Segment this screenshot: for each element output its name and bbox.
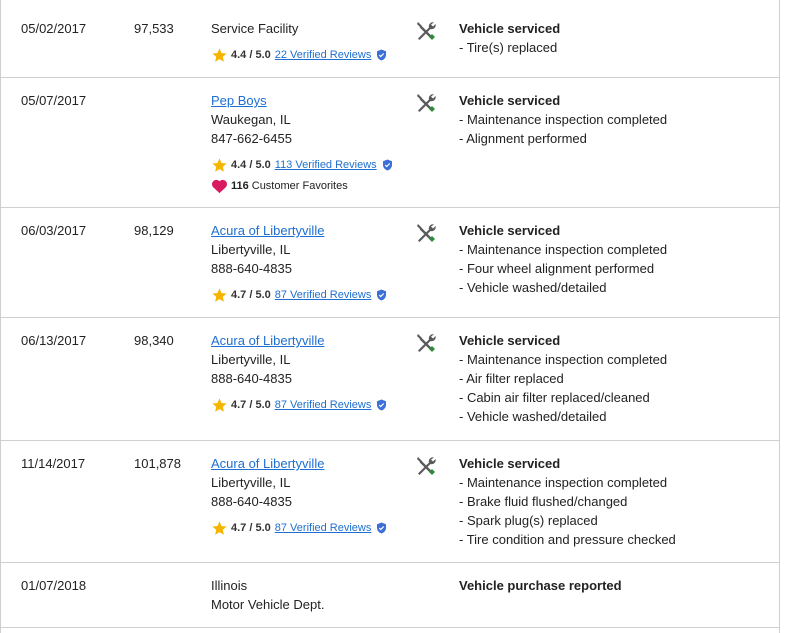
details-item: - Brake fluid flushed/changed (459, 494, 628, 509)
details-item: - Vehicle washed/detailed (459, 409, 607, 424)
favorites-count: 116 (231, 179, 249, 192)
source-name-link[interactable]: Acura of Libertyville (211, 454, 387, 473)
history-row: 06/13/2017 98,340 Acura of Libertyville … (1, 318, 779, 441)
verified-shield-icon (377, 49, 387, 61)
rating-score: 4.7 / 5.0 (231, 288, 271, 301)
source-name-link[interactable]: Pep Boys (211, 91, 393, 110)
row-source: Acura of Libertyville Libertyville, IL 8… (211, 331, 387, 414)
row-date: 06/13/2017 (21, 333, 87, 348)
rating: 4.4 / 5.0 22 Verified Reviews (211, 46, 387, 64)
heart-icon (212, 179, 227, 194)
vehicle-history-table: 05/02/2017 97,533 Service Facility 4.4 /… (0, 0, 780, 633)
source-phone: 888-640-4835 (211, 371, 292, 386)
verified-reviews-link[interactable]: 87 Verified Reviews (275, 286, 372, 305)
source-name: Illinois (211, 578, 248, 593)
verified-reviews-link[interactable]: 87 Verified Reviews (275, 519, 372, 538)
row-source: Acura of Libertyville Libertyville, IL 8… (211, 221, 387, 304)
star-icon (212, 520, 227, 535)
wrench-screwdriver-icon (414, 331, 438, 355)
rating-score: 4.4 / 5.0 (231, 158, 271, 171)
row-details: Vehicle serviced - Maintenance inspectio… (459, 91, 667, 148)
history-row: 05/02/2017 97,533 Service Facility 4.4 /… (1, 0, 779, 78)
rating-score: 4.7 / 5.0 (231, 521, 271, 534)
verified-shield-icon (377, 289, 387, 301)
rating: 4.7 / 5.0 87 Verified Reviews (211, 519, 387, 537)
history-row: 05/07/2017 Pep Boys Waukegan, IL 847-662… (1, 78, 779, 208)
history-row: 06/03/2017 98,129 Acura of Libertyville … (1, 208, 779, 318)
details-title: Vehicle purchase reported (459, 578, 622, 593)
details-item: - Cabin air filter replaced/cleaned (459, 390, 650, 405)
verified-reviews-link[interactable]: 113 Verified Reviews (275, 156, 377, 175)
wrench-screwdriver-icon (414, 221, 438, 245)
customer-favorites: 116 Customer Favorites (211, 177, 393, 195)
source-location: Motor Vehicle Dept. (211, 597, 325, 612)
row-details: Vehicle serviced - Tire(s) replaced (459, 19, 560, 57)
row-source: Pep Boys Waukegan, IL 847-662-6455 4.4 /… (211, 91, 393, 195)
details-item: - Maintenance inspection completed (459, 242, 668, 257)
details-item: - Spark plug(s) replaced (459, 513, 598, 528)
details-title: Vehicle serviced (459, 333, 561, 348)
details-item: - Tire condition and pressure checked (459, 532, 676, 547)
star-icon (212, 287, 227, 302)
row-mileage: 101,878 (134, 456, 181, 471)
history-row: 11/14/2017 101,878 Acura of Libertyville… (1, 441, 779, 563)
history-row: 01/07/2018 Illinois Motor Vehicle Dept. … (1, 563, 779, 628)
source-location: Libertyville, IL (211, 475, 291, 490)
rating: 4.7 / 5.0 87 Verified Reviews (211, 396, 387, 414)
details-item: - Maintenance inspection completed (459, 352, 668, 367)
row-date: 01/07/2018 (21, 578, 87, 593)
details-item: - Air filter replaced (459, 371, 564, 386)
row-source: Acura of Libertyville Libertyville, IL 8… (211, 454, 387, 537)
details-item: - Maintenance inspection completed (459, 475, 668, 490)
star-icon (212, 157, 227, 172)
source-name: Service Facility (211, 21, 299, 36)
row-mileage: 98,340 (134, 333, 174, 348)
row-source: Service Facility 4.4 / 5.0 22 Verified R… (211, 19, 387, 64)
source-phone: 888-640-4835 (211, 494, 292, 509)
source-location: Waukegan, IL (211, 112, 291, 127)
rating: 4.7 / 5.0 87 Verified Reviews (211, 286, 387, 304)
star-icon (212, 397, 227, 412)
row-details: Vehicle purchase reported (459, 576, 622, 595)
row-date: 05/02/2017 (21, 21, 87, 36)
details-item: - Vehicle washed/detailed (459, 280, 607, 295)
row-mileage: 97,533 (134, 21, 174, 36)
rating-score: 4.7 / 5.0 (231, 398, 271, 411)
details-item: - Maintenance inspection completed (459, 112, 668, 127)
row-details: Vehicle serviced - Maintenance inspectio… (459, 221, 667, 297)
verified-shield-icon (377, 399, 387, 411)
details-item: - Tire(s) replaced (459, 40, 558, 55)
favorites-label: Customer Favorites (251, 179, 348, 192)
source-name-link[interactable]: Acura of Libertyville (211, 331, 387, 350)
row-date: 11/14/2017 (21, 456, 86, 471)
row-date: 06/03/2017 (21, 223, 87, 238)
row-date: 05/07/2017 (21, 93, 87, 108)
source-location: Libertyville, IL (211, 352, 291, 367)
details-title: Vehicle serviced (459, 21, 561, 36)
row-mileage: 98,129 (134, 223, 174, 238)
verified-shield-icon (382, 159, 392, 171)
verified-shield-icon (377, 522, 387, 534)
details-title: Vehicle serviced (459, 223, 561, 238)
rating-score: 4.4 / 5.0 (231, 48, 271, 61)
details-title: Vehicle serviced (459, 456, 561, 471)
source-location: Libertyville, IL (211, 242, 291, 257)
details-item: - Alignment performed (459, 131, 587, 146)
row-source: Illinois Motor Vehicle Dept. (211, 576, 324, 614)
details-item: - Four wheel alignment performed (459, 261, 655, 276)
verified-reviews-link[interactable]: 87 Verified Reviews (275, 396, 372, 415)
source-phone: 847-662-6455 (211, 131, 292, 146)
source-name-link[interactable]: Acura of Libertyville (211, 221, 387, 240)
rating: 4.4 / 5.0 113 Verified Reviews (211, 156, 393, 174)
row-details: Vehicle serviced - Maintenance inspectio… (459, 454, 676, 549)
wrench-screwdriver-icon (414, 91, 438, 115)
verified-reviews-link[interactable]: 22 Verified Reviews (275, 46, 372, 65)
wrench-screwdriver-icon (414, 454, 438, 478)
wrench-screwdriver-icon (414, 19, 438, 43)
star-icon (212, 47, 227, 62)
details-title: Vehicle serviced (459, 93, 561, 108)
row-details: Vehicle serviced - Maintenance inspectio… (459, 331, 667, 426)
source-phone: 888-640-4835 (211, 261, 292, 276)
